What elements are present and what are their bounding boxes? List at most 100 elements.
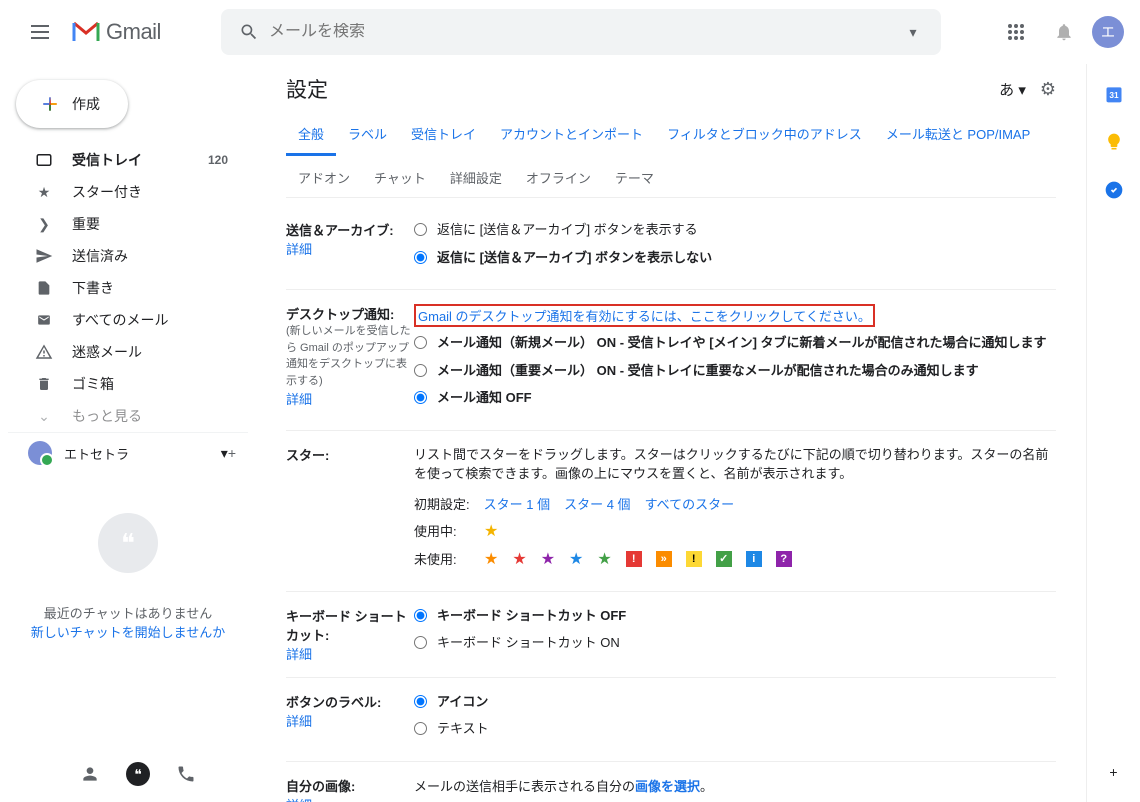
apps-icon[interactable] (996, 12, 1036, 52)
nav-drafts[interactable]: 下書き (8, 272, 248, 304)
detail-link[interactable]: 詳細 (286, 647, 312, 662)
radio-sa-hide[interactable] (414, 251, 427, 264)
section-button-label: ボタンのラベル: 詳細 アイコン テキスト (286, 678, 1056, 762)
nav-important[interactable]: ❯重要 (8, 208, 248, 240)
info-blue-icon[interactable]: i (746, 551, 762, 567)
star-icon: ★ (34, 184, 54, 201)
section-desktop-notify: デスクトップ通知: (新しいメールを受信したら Gmail のポップアップ通知を… (286, 290, 1056, 431)
account-selector[interactable]: エトセトラ ▾ + (8, 432, 248, 473)
check-green-icon[interactable]: ✓ (716, 551, 732, 567)
add-icon[interactable]: + (228, 445, 236, 461)
phone-icon[interactable] (166, 754, 206, 794)
gmail-logo[interactable]: Gmail (72, 19, 161, 45)
gear-icon[interactable]: ⚙ (1040, 79, 1056, 100)
radio-notify-off[interactable] (414, 391, 427, 404)
detail-link[interactable]: 詳細 (286, 392, 312, 407)
star-yellow-icon[interactable]: ★ (484, 521, 498, 541)
bang-yellow-icon[interactable]: ! (686, 551, 702, 567)
tab-labels[interactable]: ラベル (336, 112, 399, 156)
hangouts-icon: ❝ (98, 513, 158, 573)
search-box[interactable]: ▾ (221, 9, 941, 55)
star-orange-icon[interactable]: ★ (484, 549, 498, 569)
tab-chat[interactable]: チャット (362, 156, 438, 197)
tab-themes[interactable]: テーマ (603, 156, 666, 197)
radio-notify-important[interactable] (414, 364, 427, 377)
star-red-icon[interactable]: ★ (512, 549, 526, 569)
nav-sent[interactable]: 送信済み (8, 240, 248, 272)
radio-sa-show[interactable] (414, 223, 427, 236)
nav-spam[interactable]: 迷惑メール (8, 336, 248, 368)
tab-advanced[interactable]: 詳細設定 (438, 156, 514, 197)
radio-shortcut-off[interactable] (414, 609, 427, 622)
tab-inbox[interactable]: 受信トレイ (399, 112, 488, 156)
inbox-icon (34, 151, 54, 169)
nav-allmail[interactable]: すべてのメール (8, 304, 248, 336)
arrow-orange-icon[interactable]: » (656, 551, 672, 567)
trash-icon (34, 375, 54, 393)
section-stars: スター: リスト間でスターをドラッグします。スターはクリックするたびに下記の順で… (286, 431, 1056, 592)
nav-starred[interactable]: ★スター付き (8, 176, 248, 208)
tab-forwarding[interactable]: メール転送と POP/IMAP (874, 112, 1042, 156)
star-preset-4[interactable]: スター 4 個 (564, 494, 630, 513)
logo-text: Gmail (106, 19, 161, 45)
chevron-down-icon: ⌄ (34, 408, 54, 425)
calendar-icon[interactable]: 31 (1104, 84, 1124, 104)
header: Gmail ▾ エ (0, 0, 1140, 64)
tab-accounts[interactable]: アカウントとインポート (488, 112, 655, 156)
language-selector[interactable]: あ ▾ (999, 79, 1026, 100)
search-input[interactable] (269, 23, 893, 41)
tab-offline[interactable]: オフライン (514, 156, 603, 197)
nav-list: 受信トレイ120 ★スター付き ❯重要 送信済み 下書き すべてのメール 迷惑メ… (8, 144, 248, 432)
chat-start-link[interactable]: 新しいチャットを開始しませんか (28, 622, 228, 641)
person-icon[interactable] (70, 754, 110, 794)
main-content: 設定 あ ▾ ⚙ 全般 ラベル 受信トレイ アカウントとインポート フィルタとブ… (256, 64, 1086, 802)
select-image-link[interactable]: 画像を選択 (635, 779, 700, 794)
tab-general[interactable]: 全般 (286, 112, 336, 156)
chat-area: ❝ 最近のチャットはありません 新しいチャットを開始しませんか (8, 473, 248, 661)
enable-notifications-link[interactable]: Gmail のデスクトップ通知を有効にするには、ここをクリックしてください。 (414, 304, 875, 327)
account-avatar[interactable]: エ (1092, 16, 1124, 48)
sidebar: 作成 受信トレイ120 ★スター付き ❯重要 送信済み 下書き すべてのメール … (0, 64, 256, 802)
sidebar-footer: ❝ (0, 746, 256, 802)
star-preset-all[interactable]: すべてのスター (645, 494, 735, 513)
radio-shortcut-on[interactable] (414, 636, 427, 649)
star-blue-icon[interactable]: ★ (569, 549, 583, 569)
draft-icon (34, 279, 54, 297)
gmail-m-icon (72, 21, 100, 43)
hamburger-menu[interactable] (16, 8, 64, 56)
tasks-icon[interactable] (1104, 180, 1124, 200)
compose-button[interactable]: 作成 (16, 80, 128, 128)
star-purple-icon[interactable]: ★ (541, 549, 555, 569)
section-my-image: 自分の画像: 詳細 メールの送信相手に表示される自分の画像を選択。 (286, 762, 1056, 802)
detail-link[interactable]: 詳細 (286, 798, 312, 802)
nav-more[interactable]: ⌄もっと見る (8, 400, 248, 432)
detail-link[interactable]: 詳細 (286, 242, 312, 257)
keep-icon[interactable] (1104, 132, 1124, 152)
star-preset-1[interactable]: スター 1 個 (484, 494, 550, 513)
page-title: 設定 (286, 74, 328, 104)
radio-btn-icon[interactable] (414, 695, 427, 708)
notifications-icon[interactable] (1044, 12, 1084, 52)
tab-addons[interactable]: アドオン (286, 156, 362, 197)
add-panel-icon[interactable]: + (1104, 762, 1124, 782)
tab-filters[interactable]: フィルタとブロック中のアドレス (655, 112, 874, 156)
radio-btn-text[interactable] (414, 722, 427, 735)
svg-text:31: 31 (1109, 90, 1119, 100)
detail-link[interactable]: 詳細 (286, 714, 312, 729)
section-shortcuts: キーボード ショートカット: 詳細 キーボード ショートカット OFF キーボー… (286, 592, 1056, 678)
bang-red-icon[interactable]: ! (626, 551, 642, 567)
search-icon[interactable] (229, 12, 269, 52)
radio-notify-new[interactable] (414, 336, 427, 349)
star-green-icon[interactable]: ★ (597, 549, 611, 569)
nav-inbox[interactable]: 受信トレイ120 (8, 144, 248, 176)
compose-label: 作成 (72, 94, 100, 114)
account-mini-avatar (28, 441, 52, 465)
nav-trash[interactable]: ゴミ箱 (8, 368, 248, 400)
hangouts-tab-icon[interactable]: ❝ (118, 754, 158, 794)
question-purple-icon[interactable]: ? (776, 551, 792, 567)
mail-icon (34, 313, 54, 327)
section-send-archive: 送信＆アーカイブ: 詳細 返信に [送信＆アーカイブ] ボタンを表示する 返信に… (286, 206, 1056, 290)
search-dropdown-icon[interactable]: ▾ (893, 12, 933, 52)
settings-tabs: 全般 ラベル 受信トレイ アカウントとインポート フィルタとブロック中のアドレス… (286, 112, 1056, 198)
chevron-down-icon: ▾ (221, 445, 228, 462)
